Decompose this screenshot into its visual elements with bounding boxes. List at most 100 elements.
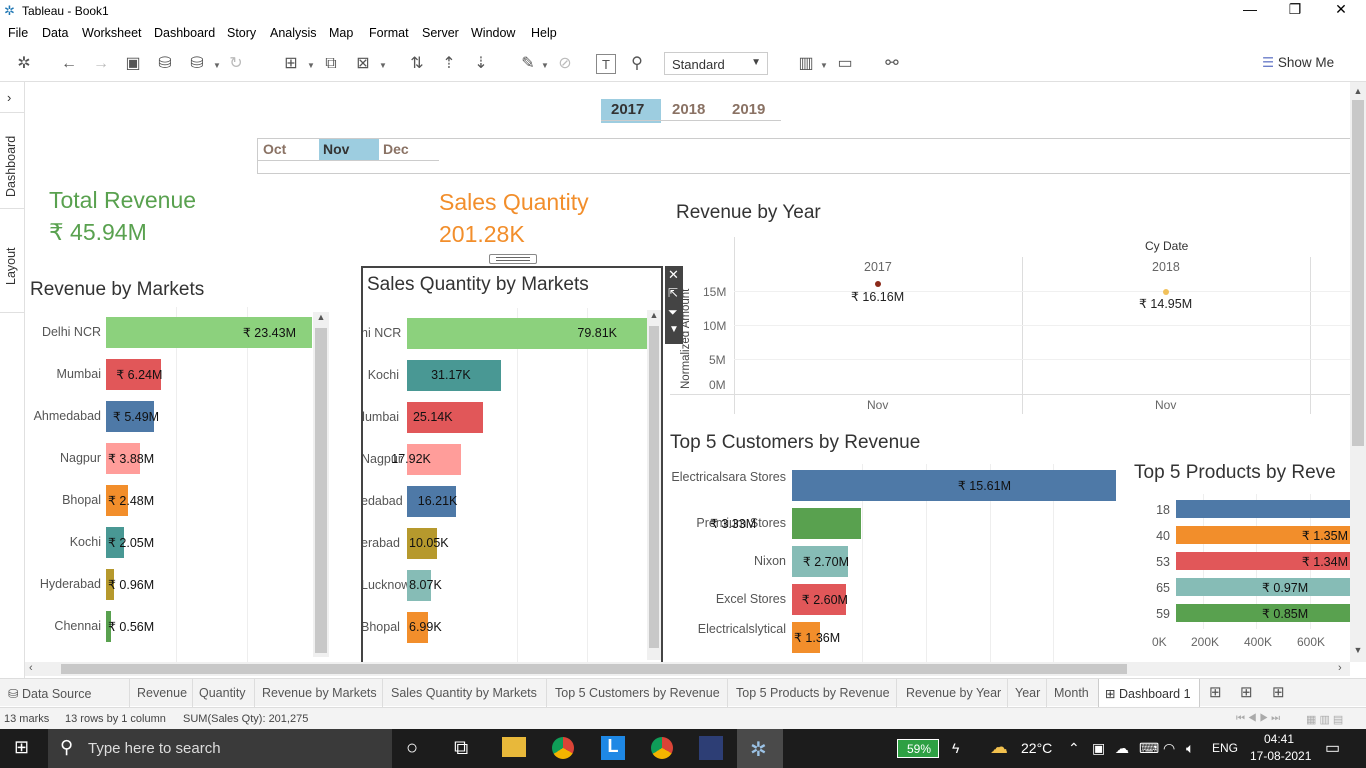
show-mark-labels-icon[interactable]: T: [596, 54, 616, 74]
save-icon[interactable]: ▣: [122, 54, 144, 74]
menu-window[interactable]: Window: [471, 26, 515, 40]
chrome-profile-icon[interactable]: [651, 737, 673, 759]
tableau-taskbar-active[interactable]: ✲: [737, 729, 783, 768]
tab-dashboard-1[interactable]: ⊞ Dashboard 1: [1105, 686, 1191, 701]
redo-icon[interactable]: →: [90, 54, 112, 74]
customer-bar[interactable]: ₹ 1.36M: [792, 622, 840, 653]
drag-handle[interactable]: [489, 254, 537, 264]
menu-map[interactable]: Map: [329, 26, 353, 40]
show-me-button[interactable]: ☰ Show Me: [1262, 55, 1334, 71]
scroll-thumb[interactable]: [315, 328, 327, 653]
expand-panel-icon[interactable]: ›: [7, 90, 11, 105]
windows-start-icon[interactable]: ⊞: [14, 737, 29, 758]
language-indicator[interactable]: ENG: [1212, 741, 1238, 755]
scroll-up-icon[interactable]: ▲: [1350, 86, 1366, 96]
volume-icon[interactable]: 🔈︎: [1186, 740, 1194, 757]
year-2019[interactable]: 2019: [732, 101, 765, 118]
menu-format[interactable]: Format: [369, 26, 409, 40]
qty-market-bar[interactable]: 16.21K: [407, 486, 457, 517]
swap-rows-columns-icon[interactable]: ⇅: [406, 54, 428, 74]
tray-chevron-up-icon[interactable]: ⌃: [1068, 740, 1080, 757]
taskbar-search-box[interactable]: ⚲ Type here to search: [48, 729, 392, 768]
clock-date[interactable]: 17-08-2021: [1250, 749, 1311, 763]
menu-data[interactable]: Data: [42, 26, 68, 40]
tab-month[interactable]: Month: [1054, 686, 1089, 700]
more-options-icon[interactable]: ▼: [669, 324, 679, 335]
tab-top-products[interactable]: Top 5 Products by Revenue: [736, 686, 890, 700]
scroll-thumb[interactable]: [1352, 100, 1364, 446]
qty-market-bar[interactable]: 31.17K: [407, 360, 501, 391]
revenue-market-bar[interactable]: ₹ 2.05M: [106, 527, 154, 558]
chevron-down-icon[interactable]: ▼: [379, 61, 387, 70]
undo-icon[interactable]: ←: [58, 54, 80, 74]
qty-market-bar[interactable]: 6.99K: [407, 612, 442, 643]
scroll-left-icon[interactable]: ‹: [29, 662, 33, 674]
menu-story[interactable]: Story: [227, 26, 256, 40]
revenue-market-bar[interactable]: ₹ 0.96M: [106, 569, 154, 600]
tab-quantity[interactable]: Quantity: [199, 686, 246, 700]
month-dec[interactable]: Dec: [383, 141, 409, 157]
qty-market-bar[interactable]: 17.92K: [391, 444, 461, 475]
remove-icon[interactable]: ✕: [668, 267, 679, 283]
chrome-icon[interactable]: [552, 737, 574, 759]
presentation-mode-icon[interactable]: ▭: [834, 54, 856, 74]
product-bar[interactable]: [1176, 500, 1350, 518]
dashboard-vertical-scrollbar[interactable]: ▲ ▼: [1350, 82, 1366, 662]
tab-data-source[interactable]: ⛁ Data Source: [8, 686, 91, 701]
scroll-up-icon[interactable]: ▲: [313, 312, 329, 326]
chevron-down-icon[interactable]: ▼: [541, 61, 549, 70]
refresh-icon[interactable]: ↻: [225, 54, 247, 74]
scroll-right-icon[interactable]: ›: [1338, 662, 1342, 674]
layout-tab[interactable]: Layout: [4, 247, 18, 285]
revenue-market-bar[interactable]: ₹ 2.48M: [106, 485, 154, 516]
sort-ascending-icon[interactable]: ⇡: [438, 54, 460, 74]
month-nov[interactable]: Nov: [323, 141, 349, 157]
sales-quantity-scrollbar[interactable]: ▲: [647, 310, 661, 660]
revenue-market-bar[interactable]: ₹ 23.43M: [106, 317, 312, 348]
task-view-icon[interactable]: ⧉: [454, 737, 468, 760]
network-adapter-icon[interactable]: ⌨: [1139, 740, 1159, 757]
new-story-tab-icon[interactable]: ⊞: [1272, 683, 1285, 701]
qty-market-bar[interactable]: 79.81K: [407, 318, 647, 349]
file-explorer-icon[interactable]: [502, 737, 526, 757]
customer-bar[interactable]: ₹ 2.70M: [792, 546, 849, 577]
sheet-navigation-icon[interactable]: ⏮ ◀ ▶ ⏭: [1236, 713, 1280, 724]
show-cards-icon[interactable]: ▥: [795, 54, 817, 74]
duplicate-sheet-icon[interactable]: ⧉: [320, 54, 342, 74]
menu-analysis[interactable]: Analysis: [270, 26, 317, 40]
menu-help[interactable]: Help: [531, 26, 557, 40]
scroll-down-icon[interactable]: ▼: [1350, 645, 1366, 655]
onedrive-icon[interactable]: ☁: [1115, 740, 1129, 757]
weather-icon[interactable]: ☁: [990, 737, 1008, 758]
point-2017[interactable]: [875, 281, 881, 287]
scroll-up-icon[interactable]: ▲: [647, 310, 661, 324]
revenue-market-bar[interactable]: ₹ 0.56M: [106, 611, 154, 642]
tab-year[interactable]: Year: [1015, 686, 1040, 700]
menu-file[interactable]: File: [8, 26, 28, 40]
notifications-icon[interactable]: ▭: [1325, 738, 1340, 758]
month-oct[interactable]: Oct: [263, 141, 286, 157]
chevron-down-icon[interactable]: ▼: [213, 61, 221, 70]
sales-quantity-by-markets-panel[interactable]: Sales Quantity by Markets hi NCR 79.81K Ko…: [361, 266, 663, 662]
fit-dropdown[interactable]: Standard ▼: [664, 52, 768, 75]
tray-app-icon[interactable]: ▣: [1092, 740, 1105, 757]
new-data-source-icon[interactable]: ⛁: [154, 54, 176, 74]
wifi-icon[interactable]: ◠: [1163, 740, 1175, 757]
sql-server-icon[interactable]: [699, 736, 723, 760]
share-icon[interactable]: ⚯: [881, 54, 903, 74]
dashboard-horizontal-scrollbar[interactable]: ‹ ›: [25, 662, 1350, 676]
customer-bar[interactable]: ₹ 15.61M: [792, 470, 1116, 501]
cortana-icon[interactable]: ○: [406, 737, 418, 760]
use-as-filter-icon[interactable]: ⏷: [668, 305, 678, 320]
revenue-market-bar[interactable]: ₹ 6.24M: [106, 359, 162, 390]
minimize-icon[interactable]: —: [1235, 1, 1265, 17]
pause-updates-icon[interactable]: ⛁: [186, 54, 208, 74]
new-worksheet-tab-icon[interactable]: ⊞: [1209, 683, 1222, 701]
sort-descending-icon[interactable]: ⇣: [470, 54, 492, 74]
new-worksheet-icon[interactable]: ⊞: [280, 54, 302, 74]
weather-temp[interactable]: 22°C: [1021, 740, 1052, 756]
revenue-market-bar[interactable]: ₹ 5.49M: [106, 401, 159, 432]
year-2017[interactable]: 2017: [611, 101, 644, 118]
highlight-icon[interactable]: ✎: [517, 54, 539, 74]
customer-bar[interactable]: ₹ 2.60M: [792, 584, 848, 615]
